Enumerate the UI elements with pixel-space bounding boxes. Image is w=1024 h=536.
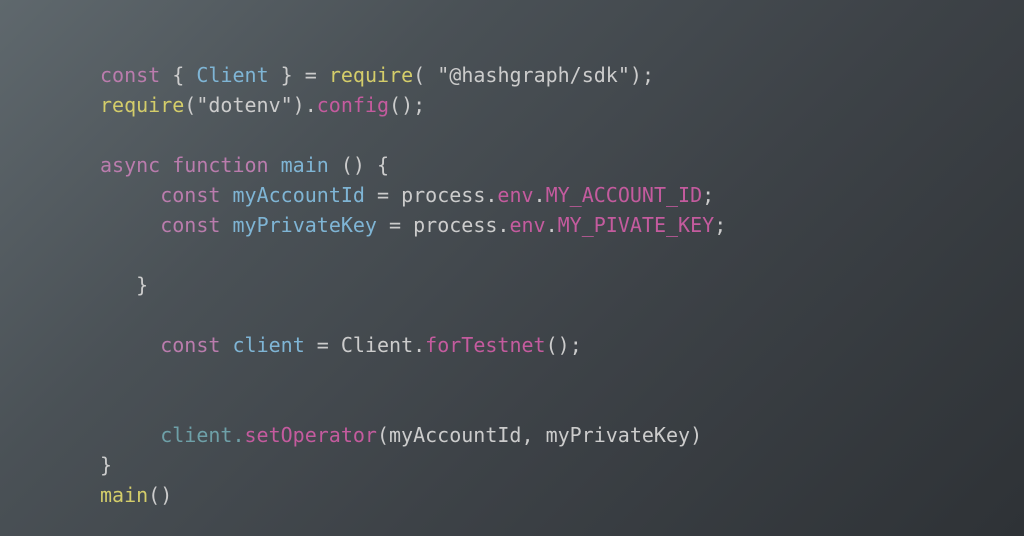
paren: ( <box>413 63 425 87</box>
prop-accountid: MY_ACCOUNT_ID <box>546 183 703 207</box>
id-client-type: Client <box>196 63 268 87</box>
space <box>293 63 305 87</box>
space <box>184 63 196 87</box>
prop-privatekey: MY_PIVATE_KEY <box>558 213 715 237</box>
space <box>534 423 546 447</box>
keyword-const: const <box>160 333 220 357</box>
space <box>305 333 317 357</box>
code-block: const { Client } = require( "@hashgraph/… <box>0 0 1024 510</box>
fn-require: require <box>100 93 184 117</box>
keyword-function: function <box>172 153 268 177</box>
id-process: process <box>401 183 485 207</box>
space <box>160 153 172 177</box>
paren: ( <box>389 93 401 117</box>
keyword-async: async <box>100 153 160 177</box>
paren: ) <box>401 93 413 117</box>
prop-env: env <box>497 183 533 207</box>
assign: = <box>305 63 317 87</box>
space <box>317 63 329 87</box>
brace: { <box>172 63 184 87</box>
paren: ( <box>341 153 353 177</box>
dot: . <box>485 183 497 207</box>
space <box>329 153 341 177</box>
assign: = <box>389 213 401 237</box>
method-fortestnet: forTestnet <box>425 333 545 357</box>
space <box>389 183 401 207</box>
brace: } <box>100 453 112 477</box>
arg-privatekey: myPrivateKey <box>546 423 691 447</box>
keyword-const: const <box>160 213 220 237</box>
keyword-const: const <box>160 183 220 207</box>
space <box>329 333 341 357</box>
brace: } <box>136 273 148 297</box>
paren: ) <box>293 93 305 117</box>
assign: = <box>317 333 329 357</box>
id-client: client <box>232 333 304 357</box>
dot: . <box>546 213 558 237</box>
semi: ; <box>714 213 726 237</box>
id-main: main <box>281 153 329 177</box>
dot: . <box>497 213 509 237</box>
semi: ; <box>702 183 714 207</box>
space <box>269 63 281 87</box>
dot: . <box>305 93 317 117</box>
paren: ) <box>353 153 365 177</box>
fn-require: require <box>329 63 413 87</box>
paren: ( <box>377 423 389 447</box>
space <box>377 213 389 237</box>
id-myprivatekey: myPrivateKey <box>232 213 377 237</box>
semi: ; <box>642 63 654 87</box>
dot: . <box>534 183 546 207</box>
method-config: config <box>317 93 389 117</box>
space <box>401 213 413 237</box>
punct <box>160 63 172 87</box>
id-client: client <box>160 423 232 447</box>
id-process: process <box>413 213 497 237</box>
fn-main-call: main <box>100 483 148 507</box>
string-sdk: "@hashgraph/sdk" <box>437 63 630 87</box>
space <box>220 183 232 207</box>
paren: ) <box>558 333 570 357</box>
brace: { <box>377 153 389 177</box>
paren: ( <box>546 333 558 357</box>
paren: ) <box>630 63 642 87</box>
id-client-type: Client <box>341 333 413 357</box>
arg-accountid: myAccountId <box>389 423 521 447</box>
brace: } <box>281 63 293 87</box>
semi: ; <box>570 333 582 357</box>
space <box>269 153 281 177</box>
paren: ( <box>148 483 160 507</box>
string-dotenv: "dotenv" <box>196 93 292 117</box>
space <box>425 63 437 87</box>
paren: ) <box>690 423 702 447</box>
keyword-const: const <box>100 63 160 87</box>
id-myaccountid: myAccountId <box>232 183 364 207</box>
space <box>365 183 377 207</box>
method-setoperator: setOperator <box>245 423 377 447</box>
dot: . <box>232 423 244 447</box>
space <box>220 213 232 237</box>
dot: . <box>413 333 425 357</box>
assign: = <box>377 183 389 207</box>
paren: ) <box>160 483 172 507</box>
space <box>220 333 232 357</box>
comma: , <box>521 423 533 447</box>
semi: ; <box>413 93 425 117</box>
prop-env: env <box>509 213 545 237</box>
space <box>365 153 377 177</box>
paren: ( <box>184 93 196 117</box>
